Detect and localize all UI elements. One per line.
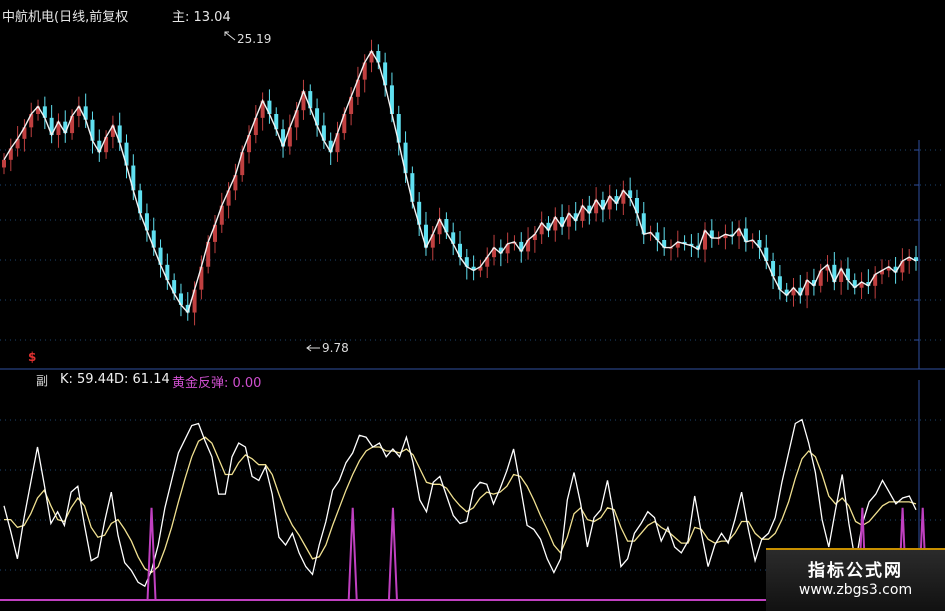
- main-panel-grid: [0, 140, 945, 369]
- high-price-label: 25.19: [237, 32, 272, 46]
- gold-spike: [347, 507, 358, 601]
- chart-title: 中航机电(日线,前复权: [2, 10, 129, 25]
- gold-rebound-label: 黄金反弹: 0.00: [172, 376, 262, 391]
- d-value-label: D: 61.14: [114, 372, 170, 387]
- candlestick-series: [2, 39, 918, 326]
- k-value-label: K: 59.44: [60, 372, 115, 387]
- close-line: [3, 49, 917, 314]
- candle-body: [2, 159, 6, 168]
- signal-marker: $: [28, 350, 37, 364]
- gold-spike: [387, 507, 398, 601]
- high-arrow-icon: [224, 31, 236, 41]
- indicator-name: 副: [36, 374, 49, 388]
- low-arrow-icon: [306, 344, 320, 352]
- watermark-badge: 指标公式网 www.zbgs3.com: [766, 548, 945, 611]
- watermark-title: 指标公式网: [808, 561, 903, 581]
- watermark-url: www.zbgs3.com: [798, 582, 913, 598]
- chart-canvas: [0, 31, 945, 601]
- low-price-label: 9.78: [322, 341, 349, 355]
- price-note: 主: 13.04: [172, 10, 231, 25]
- gold-spike: [146, 507, 157, 601]
